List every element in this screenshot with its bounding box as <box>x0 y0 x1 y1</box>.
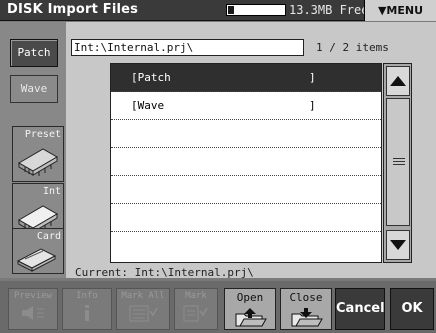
mark-all-button[interactable]: Mark All <box>116 288 170 330</box>
close-label: Close <box>289 291 323 304</box>
patch-type-button[interactable]: Patch <box>10 39 58 67</box>
mark-all-label: Mark All <box>121 291 165 301</box>
empty-row <box>111 232 381 260</box>
menu-button[interactable]: ▼MENU <box>364 0 436 21</box>
list-item-name: [Patch <box>131 71 171 84</box>
speaker-icon <box>22 306 44 320</box>
preset-device-label: Preset <box>24 129 61 140</box>
list-item-bracket: ] <box>309 71 316 84</box>
triangle-up-icon <box>390 76 406 86</box>
preview-button[interactable]: Preview <box>8 288 58 330</box>
empty-row <box>111 148 381 176</box>
list-item[interactable]: [Patch ] <box>111 64 381 92</box>
empty-row <box>111 204 381 232</box>
grip-line <box>393 161 405 162</box>
grip-line <box>393 158 405 159</box>
internal-device-label: Int <box>42 186 61 197</box>
list-item-bracket: ] <box>309 99 316 112</box>
mark-label: Mark <box>185 291 207 301</box>
preset-device-button[interactable]: Preset <box>12 126 64 182</box>
info-icon <box>85 305 89 321</box>
open-button[interactable]: Open <box>224 288 276 330</box>
mark-all-icon <box>129 305 158 322</box>
card-icon <box>16 248 57 272</box>
mark-button[interactable]: Mark <box>174 288 218 330</box>
folder-open-icon <box>235 308 267 327</box>
list-item-name: [Wave <box>131 99 165 112</box>
chip-icon <box>18 148 58 176</box>
folder-close-icon <box>291 308 323 327</box>
grip-line <box>393 164 405 165</box>
mark-icon <box>183 305 208 322</box>
preview-label: Preview <box>14 291 52 301</box>
ok-button[interactable]: OK <box>390 288 434 330</box>
card-device-button[interactable]: Card <box>12 228 64 274</box>
triangle-down-icon <box>390 240 406 250</box>
storage-meter-fill <box>228 6 234 14</box>
item-count: 1 / 2 items <box>316 41 389 54</box>
info-button[interactable]: Info <box>62 288 112 330</box>
window-title: DISK Import Files <box>7 2 139 17</box>
info-label: Info <box>76 291 98 301</box>
open-label: Open <box>236 291 264 304</box>
storage-free-label: 13.3MB Free <box>289 3 369 17</box>
scroll-thumb[interactable] <box>386 98 410 226</box>
scroll-down-button[interactable] <box>386 230 410 260</box>
list-item[interactable]: [Wave ] <box>111 92 381 120</box>
wave-type-button[interactable]: Wave <box>10 75 58 103</box>
path-field[interactable]: Int:\Internal.prj\ <box>71 39 304 56</box>
empty-row <box>111 120 381 148</box>
empty-row <box>111 176 381 204</box>
title-bar: DISK Import Files 13.3MB Free ▼MENU <box>0 0 436 21</box>
file-list: [Patch ] [Wave ] <box>110 63 382 263</box>
scroll-up-button[interactable] <box>386 66 410 96</box>
storage-meter <box>226 4 286 16</box>
list-scrollbar[interactable] <box>383 63 412 263</box>
current-path-label: Current: Int:\Internal.prj\ <box>75 266 254 279</box>
close-button[interactable]: Close <box>280 288 332 330</box>
cancel-button[interactable]: Cancel <box>335 288 385 330</box>
card-device-label: Card <box>36 231 61 242</box>
